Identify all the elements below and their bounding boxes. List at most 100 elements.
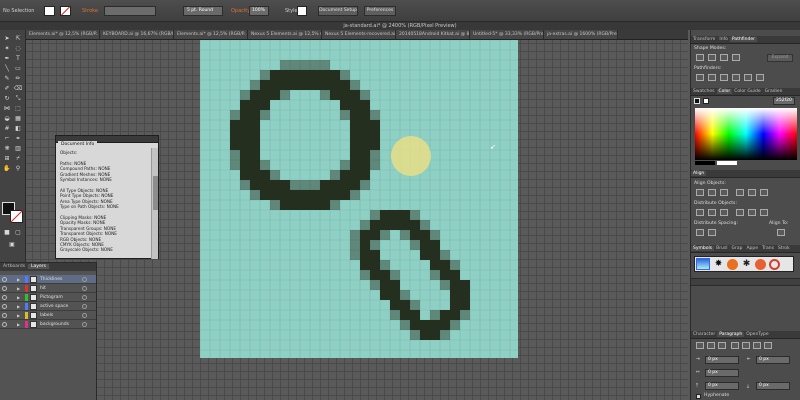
document-tab[interactable]: KEYBOARD.ai @ 16,67% (RGB/Pixel P... bbox=[100, 30, 174, 39]
layer-row[interactable]: ▶ active space bbox=[0, 302, 96, 311]
layer-name[interactable]: Thicklines bbox=[40, 275, 62, 284]
eraser-tool-icon[interactable]: ⌫ bbox=[13, 84, 23, 93]
expand-triangle-icon[interactable]: ▶ bbox=[17, 275, 20, 284]
align-vcenter-icon[interactable] bbox=[748, 189, 756, 196]
preferences-button[interactable]: Preferences bbox=[364, 6, 396, 16]
layer-row[interactable]: ▶ Pictogram bbox=[0, 293, 96, 302]
tab-graphic-styles[interactable]: Grap bbox=[730, 246, 745, 251]
stroke-color-icon[interactable] bbox=[10, 210, 23, 223]
trim-icon[interactable] bbox=[708, 74, 716, 81]
style-swatch[interactable] bbox=[297, 6, 307, 16]
tab-color-guide[interactable]: Color Guide bbox=[732, 89, 762, 94]
rectangle-tool-icon[interactable]: ▭ bbox=[13, 64, 23, 73]
tab-info[interactable]: Info bbox=[717, 37, 730, 42]
color-spectrum[interactable] bbox=[695, 108, 797, 160]
stroke-weight-field[interactable] bbox=[104, 6, 156, 16]
hex-field[interactable]: 252f20 bbox=[773, 97, 795, 105]
symbol-swatch[interactable] bbox=[769, 259, 780, 270]
tab-opentype[interactable]: OpenType bbox=[744, 332, 770, 337]
screen-mode-icon[interactable]: ▣ bbox=[7, 240, 17, 249]
brush-definition[interactable]: 5 pt. Round bbox=[183, 6, 223, 16]
stroke-label[interactable]: Stroke bbox=[82, 8, 98, 14]
document-info-tab[interactable]: Document Info bbox=[58, 141, 98, 148]
expand-triangle-icon[interactable]: ▶ bbox=[17, 311, 20, 320]
mesh-tool-icon[interactable]: # bbox=[2, 124, 12, 133]
blob-brush-tool-icon[interactable]: ✐ bbox=[2, 84, 12, 93]
distribute-hcenter-icon[interactable] bbox=[748, 209, 756, 216]
expand-triangle-icon[interactable]: ▶ bbox=[17, 293, 20, 302]
hyphenate-checkbox[interactable] bbox=[696, 394, 701, 399]
justify-right-icon[interactable] bbox=[753, 342, 761, 349]
eyedropper-tool-icon[interactable]: ⌐ bbox=[2, 134, 12, 143]
direct-selection-tool-icon[interactable]: ⇱ bbox=[13, 34, 23, 43]
column-graph-tool-icon[interactable]: ▥ bbox=[13, 144, 23, 153]
visibility-eye-icon[interactable] bbox=[2, 313, 7, 318]
none-mode-icon[interactable]: ▢ bbox=[13, 228, 23, 237]
layer-name[interactable]: labels bbox=[40, 311, 53, 320]
paintbrush-tool-icon[interactable]: ✎ bbox=[2, 74, 12, 83]
tab-appearance[interactable]: Appe bbox=[744, 246, 760, 251]
expand-triangle-icon[interactable]: ▶ bbox=[17, 284, 20, 293]
layer-target-icon[interactable] bbox=[82, 295, 87, 300]
artboard-tool-icon[interactable]: ⊞ bbox=[2, 154, 12, 163]
distribute-top-icon[interactable] bbox=[696, 209, 704, 216]
visibility-eye-icon[interactable] bbox=[2, 322, 7, 327]
document-tab[interactable]: Elements.ai* @ 12,5% (RGB/P... bbox=[174, 30, 248, 39]
expand-triangle-icon[interactable]: ▶ bbox=[17, 302, 20, 311]
align-to-selection-icon[interactable] bbox=[777, 229, 785, 236]
document-setup-button[interactable]: Document Setup bbox=[318, 6, 358, 16]
minus-front-icon[interactable] bbox=[708, 54, 716, 61]
minus-back-icon[interactable] bbox=[756, 74, 764, 81]
stroke-swatch[interactable] bbox=[60, 6, 71, 16]
pen-tool-icon[interactable]: ✒ bbox=[2, 54, 12, 63]
layer-target-icon[interactable] bbox=[82, 313, 87, 318]
visibility-eye-icon[interactable] bbox=[2, 304, 7, 309]
distribute-vcenter-icon[interactable] bbox=[708, 209, 716, 216]
tab-swatches[interactable]: Swatches bbox=[691, 89, 717, 94]
line-tool-icon[interactable]: ╲ bbox=[2, 64, 12, 73]
layer-target-icon[interactable] bbox=[82, 286, 87, 291]
symbol-swatch[interactable] bbox=[755, 259, 766, 270]
slice-tool-icon[interactable]: ⌿ bbox=[13, 154, 23, 163]
align-right-icon[interactable] bbox=[720, 189, 728, 196]
align-center-text-icon[interactable] bbox=[707, 342, 715, 349]
black-swatch[interactable] bbox=[695, 161, 715, 165]
expand-triangle-icon[interactable]: ▶ bbox=[17, 320, 20, 329]
layer-row[interactable]: ▶ labels bbox=[0, 311, 96, 320]
fill-swatch-small[interactable] bbox=[694, 98, 700, 104]
tab-brushes[interactable]: Brusl bbox=[714, 246, 729, 251]
scale-tool-icon[interactable]: ⤡ bbox=[13, 94, 23, 103]
tab-layers[interactable]: Layers bbox=[28, 264, 49, 269]
layer-row[interactable]: ▶ backgrounds bbox=[0, 320, 96, 329]
stroke-swatch-small[interactable] bbox=[703, 98, 709, 104]
layer-target-icon[interactable] bbox=[82, 277, 87, 282]
align-left-text-icon[interactable] bbox=[696, 342, 704, 349]
document-info-scrollbar[interactable] bbox=[151, 148, 158, 259]
layer-row[interactable]: ▶ Thicklines bbox=[0, 275, 96, 284]
outline-icon[interactable] bbox=[744, 74, 752, 81]
layer-name[interactable]: hit bbox=[40, 284, 46, 293]
justify-left-icon[interactable] bbox=[731, 342, 739, 349]
align-right-text-icon[interactable] bbox=[718, 342, 726, 349]
document-tab[interactable]: Elements.ai* @ 12,5% (RGB/P... bbox=[26, 30, 100, 39]
document-tab[interactable]: 20140518Android Kitkat.ai @ 8,33% (... bbox=[396, 30, 470, 39]
divide-icon[interactable] bbox=[696, 74, 704, 81]
align-left-icon[interactable] bbox=[696, 189, 704, 196]
document-tab[interactable]: ja-extras.ai @ 1600% (RGB/Previe... bbox=[544, 30, 618, 39]
fill-swatch[interactable] bbox=[44, 6, 55, 16]
left-indent-field[interactable]: 0 px bbox=[705, 356, 739, 364]
shape-builder-tool-icon[interactable]: ◒ bbox=[2, 114, 12, 123]
justify-center-icon[interactable] bbox=[742, 342, 750, 349]
distribute-right-icon[interactable] bbox=[760, 209, 768, 216]
tab-pathfinder[interactable]: Pathfinder bbox=[729, 37, 757, 42]
first-line-indent-field[interactable]: 0 px bbox=[705, 369, 739, 377]
zoom-tool-icon[interactable]: ⚲ bbox=[13, 164, 23, 173]
intersect-icon[interactable] bbox=[720, 54, 728, 61]
space-after-field[interactable]: 0 px bbox=[756, 382, 790, 390]
tab-character[interactable]: Character bbox=[691, 332, 717, 337]
document-tab[interactable]: Nexus 5 Elements-recovered.ai @ 6,2... bbox=[322, 30, 396, 39]
visibility-eye-icon[interactable] bbox=[2, 295, 7, 300]
visibility-eye-icon[interactable] bbox=[2, 277, 7, 282]
opacity-label[interactable]: Opacity bbox=[231, 8, 250, 14]
layer-row[interactable]: ▶ hit bbox=[0, 284, 96, 293]
